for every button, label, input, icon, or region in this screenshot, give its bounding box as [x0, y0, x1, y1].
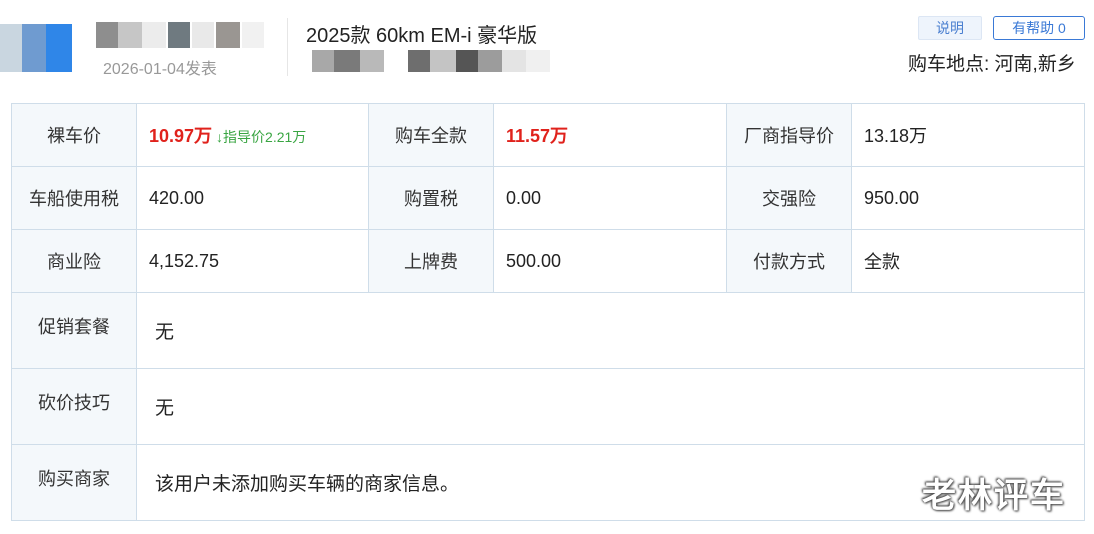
username-blurred[interactable] — [96, 22, 266, 48]
total-price-value: 11.57万 — [506, 126, 569, 146]
table-row: 裸车价 10.97万 ↓指导价2.21万 购车全款 11.57万 厂商指导价 13… — [11, 103, 1085, 167]
payment-method-value: 全款 — [851, 229, 1085, 293]
dealer-name-blurred — [312, 50, 552, 72]
table-row: 促销套餐 无 — [11, 292, 1085, 369]
bargain-value: 无 — [136, 368, 1085, 445]
price-table: 裸车价 10.97万 ↓指导价2.21万 购车全款 11.57万 厂商指导价 13… — [11, 103, 1085, 521]
watermark-text: 老林评车 — [922, 477, 1066, 515]
msrp-value: 13.18万 — [851, 103, 1085, 167]
post-date: 2026-01-04发表 — [103, 61, 217, 78]
purchase-location: 购车地点: 河南,新乡 — [908, 54, 1076, 75]
bare-price-label: 裸车价 — [11, 103, 137, 167]
bargain-label-cell: 砍价技巧 — [11, 368, 137, 445]
dealer-label: 购买商家 — [38, 469, 110, 489]
promo-value: 无 — [136, 292, 1085, 369]
commercial-insurance-label: 商业险 — [11, 229, 137, 293]
table-row: 砍价技巧 无 — [11, 368, 1085, 445]
promo-label-cell: 促销套餐 — [11, 292, 137, 369]
header-divider — [287, 18, 288, 76]
guide-price-drop: ↓指导价2.21万 — [216, 129, 307, 145]
total-price-cell: 11.57万 — [493, 103, 727, 167]
plate-fee-label: 上牌费 — [368, 229, 494, 293]
bare-price-cell: 10.97万 ↓指导价2.21万 — [136, 103, 369, 167]
dealer-label-cell: 购买商家 — [11, 444, 137, 521]
explain-button[interactable]: 说明 — [918, 16, 982, 40]
bare-price-value: 10.97万 — [149, 126, 213, 146]
table-row: 车船使用税 420.00 购置税 0.00 交强险 950.00 — [11, 166, 1085, 230]
commercial-insurance-value: 4,152.75 — [136, 229, 369, 293]
table-row: 商业险 4,152.75 上牌费 500.00 付款方式 全款 — [11, 229, 1085, 293]
promo-label: 促销套餐 — [38, 317, 110, 337]
purchase-tax-value: 0.00 — [493, 166, 727, 230]
compulsory-insurance-value: 950.00 — [851, 166, 1085, 230]
plate-fee-value: 500.00 — [493, 229, 727, 293]
payment-method-label: 付款方式 — [726, 229, 852, 293]
msrp-label: 厂商指导价 — [726, 103, 852, 167]
helpful-button[interactable]: 有帮助 0 — [993, 16, 1085, 40]
vessel-tax-label: 车船使用税 — [11, 166, 137, 230]
compulsory-insurance-label: 交强险 — [726, 166, 852, 230]
purchase-tax-label: 购置税 — [368, 166, 494, 230]
total-price-label: 购车全款 — [368, 103, 494, 167]
avatar[interactable] — [0, 24, 72, 72]
bargain-label: 砍价技巧 — [38, 393, 110, 413]
car-model-title[interactable]: 2025款 60km EM-i 豪华版 — [306, 19, 537, 48]
vessel-tax-value: 420.00 — [136, 166, 369, 230]
